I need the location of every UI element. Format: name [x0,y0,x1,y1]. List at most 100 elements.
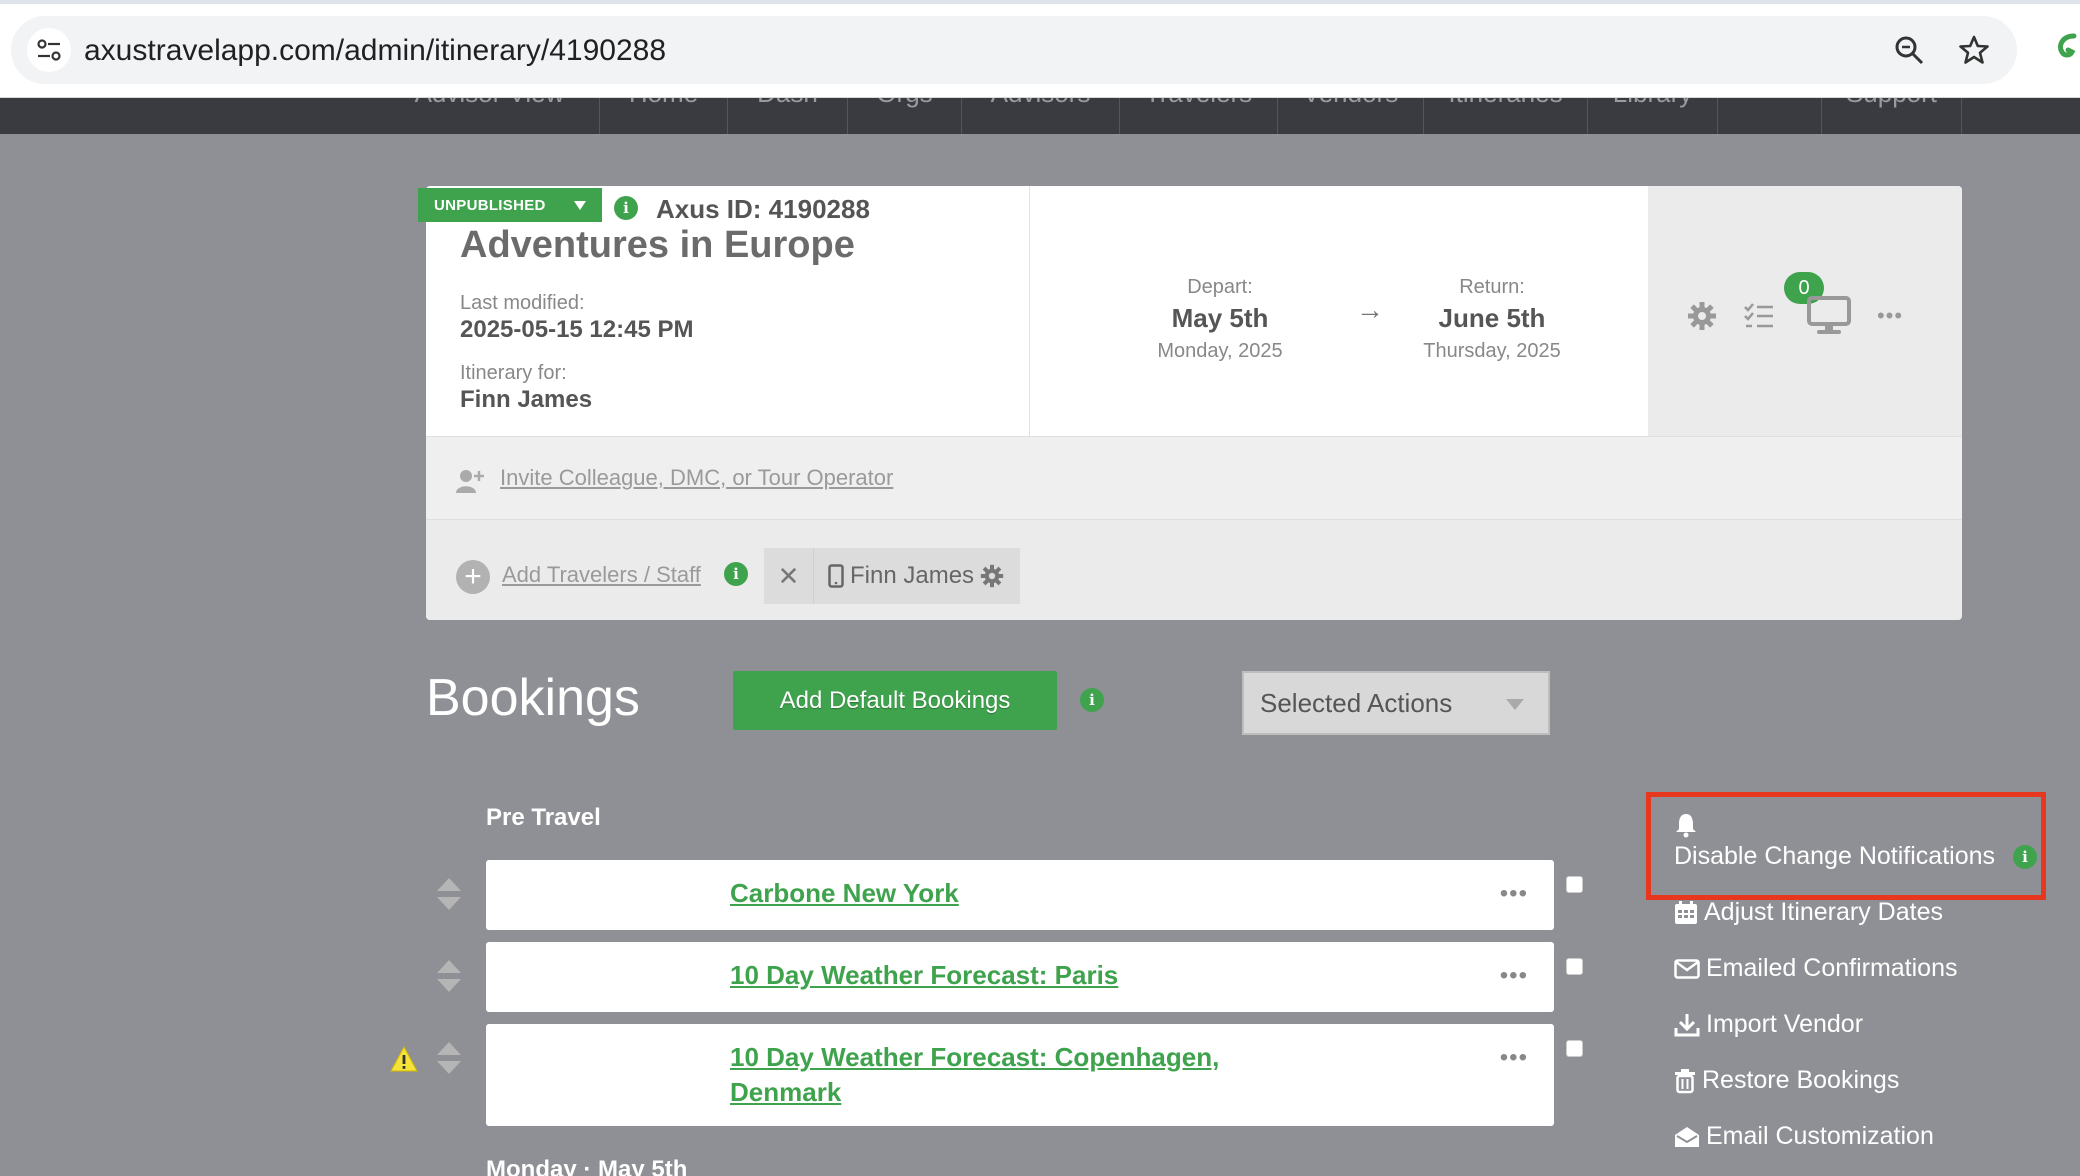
booking-title-link[interactable]: 10 Day Weather Forecast: Copenhagen, Den… [730,1040,1219,1110]
zoom-icon[interactable] [1891,32,1927,68]
last-modified-value: 2025-05-15 12:45 PM [460,316,694,343]
info-icon[interactable]: i [1080,688,1104,712]
bookmark-star-icon[interactable] [1956,32,1992,68]
calendar-icon [1675,900,1697,924]
plus-circle-icon[interactable]: + [456,560,490,594]
depart-day: Monday, 2025 [1157,340,1283,362]
invite-colleague-link[interactable]: Invite Colleague, DMC, or Tour Operator [500,465,893,491]
depart-label: Depart: [1187,276,1253,298]
booking-title-link[interactable]: Carbone New York [730,876,959,911]
mobile-phone-icon [828,564,844,588]
booking-checkbox[interactable] [1566,958,1583,975]
booking-row[interactable]: 10 Day Weather Forecast: Copenhagen, Den… [486,1024,1554,1126]
nav-orgs[interactable]: Orgs [848,98,962,134]
emailed-confirmations-label: Emailed Confirmations [1706,954,1958,982]
arrow-right-icon: → [1356,294,1384,325]
envelope-open-icon [1675,1126,1699,1147]
depart-date-value: May 5th [1171,303,1269,333]
bell-icon[interactable] [1674,812,1698,838]
email-customization-button[interactable]: Email Customization [1674,1122,1934,1151]
nav-travelers[interactable]: Travelers [1120,98,1278,134]
sort-handle-icon[interactable] [436,876,462,912]
add-default-bookings-button[interactable]: Add Default Bookings [733,671,1057,730]
traveler-chip[interactable]: Finn James [814,548,1020,604]
sort-handle-icon[interactable] [436,1040,462,1076]
nav-itineraries[interactable]: Itineraries [1424,98,1588,134]
restore-bookings-button[interactable]: Restore Bookings [1674,1066,1899,1095]
nav-advisor-view[interactable]: Advisor View [380,98,600,134]
gear-icon[interactable] [1686,300,1718,332]
depart-date[interactable]: Depart: May 5th Monday, 2025 [1110,276,1330,363]
selected-actions-label: Selected Actions [1260,687,1453,718]
return-date-value: June 5th [1438,303,1546,333]
nav-advisors[interactable]: Advisors [962,98,1120,134]
travelers-row: + Add Travelers / Staff i ✕ Finn James [426,520,1962,620]
nav-vendors[interactable]: Vendors [1278,98,1424,134]
import-vendor-label: Import Vendor [1706,1010,1864,1038]
last-modified-label: Last modified: [460,292,585,314]
extension-icon[interactable] [2054,32,2080,66]
envelope-icon [1674,958,1700,979]
booking-checkbox[interactable] [1566,876,1583,893]
itinerary-summary: UNPUBLISHED i Axus ID: 4190288 Adventure… [418,186,1030,436]
adjust-dates-label: Adjust Itinerary Dates [1704,898,1943,926]
traveler-chip-name: Finn James [850,562,975,589]
chevron-down-icon [574,201,586,210]
booking-more-icon[interactable]: ••• [1500,962,1528,990]
trip-dates: Depart: May 5th Monday, 2025 → Return: J… [1030,186,1648,436]
booking-title-link[interactable]: 10 Day Weather Forecast: Paris [730,958,1118,993]
itinerary-title: Adventures in Europe [460,224,855,266]
booking-checkbox[interactable] [1566,1040,1583,1057]
nav-dash[interactable]: Dash [728,98,848,134]
return-date[interactable]: Return: June 5th Thursday, 2025 [1382,276,1602,363]
section-pre-travel: Pre Travel [486,804,601,831]
adjust-dates-button[interactable]: Adjust Itinerary Dates [1674,898,1943,927]
booking-more-icon[interactable]: ••• [1500,880,1528,908]
itinerary-header-card: UNPUBLISHED i Axus ID: 4190288 Adventure… [418,186,1962,620]
itinerary-for-label: Itinerary for: [460,362,567,384]
desktop-preview-icon[interactable] [1806,296,1852,336]
selected-actions-dropdown[interactable]: Selected Actions [1242,671,1550,735]
publish-status-label: UNPUBLISHED [434,196,546,214]
remove-traveler-button[interactable]: ✕ [764,548,814,604]
chevron-down-icon [1506,699,1524,710]
more-options-icon[interactable]: ••• [1874,300,1906,332]
nav-library[interactable]: Library [1588,98,1718,134]
booking-title-line: Denmark [730,1077,842,1107]
emailed-confirmations-button[interactable]: Emailed Confirmations [1674,954,1958,983]
publish-status-dropdown[interactable]: UNPUBLISHED [418,188,602,222]
site-info-icon[interactable] [27,28,71,72]
add-travelers-link[interactable]: Add Travelers / Staff [502,562,701,588]
disable-notifications-label: Disable Change Notifications [1674,842,1996,870]
itinerary-for-value: Finn James [460,386,593,413]
nav-home[interactable]: Home [600,98,728,134]
browser-chrome: axustravelapp.com/admin/itinerary/419028… [0,0,2080,98]
nav-blank[interactable] [1718,98,1822,134]
sort-handle-icon[interactable] [436,958,462,994]
invite-row: Invite Colleague, DMC, or Tour Operator [426,436,1962,520]
import-vendor-button[interactable]: Import Vendor [1674,1010,1863,1039]
download-icon [1674,1013,1700,1036]
url-text[interactable]: axustravelapp.com/admin/itinerary/419028… [84,34,666,68]
booking-title-line: 10 Day Weather Forecast: Copenhagen, [730,1042,1220,1072]
address-bar[interactable]: axustravelapp.com/admin/itinerary/419028… [11,16,2017,84]
checklist-icon[interactable] [1742,300,1776,332]
return-day: Thursday, 2025 [1423,340,1561,362]
trash-icon [1675,1068,1695,1093]
gear-icon[interactable] [980,564,1004,588]
info-icon[interactable]: i [724,562,748,586]
warning-icon [390,1045,418,1072]
nav-support[interactable]: Support [1822,98,1962,134]
section-day-header: Monday · May 5th [486,1156,688,1176]
axus-id: Axus ID: 4190288 [656,194,870,224]
booking-row[interactable]: 10 Day Weather Forecast: Paris ••• [486,942,1554,1012]
bookings-title: Bookings [426,669,640,727]
booking-more-icon[interactable]: ••• [1500,1044,1528,1072]
disable-notifications-button[interactable]: Disable Change Notifications i [1674,842,2038,871]
email-customization-label: Email Customization [1706,1122,1934,1150]
info-icon[interactable]: i [2013,844,2038,869]
info-icon[interactable]: i [614,196,638,220]
add-user-icon [456,469,486,498]
restore-bookings-label: Restore Bookings [1702,1066,1900,1094]
booking-row[interactable]: Carbone New York ••• [486,860,1554,930]
